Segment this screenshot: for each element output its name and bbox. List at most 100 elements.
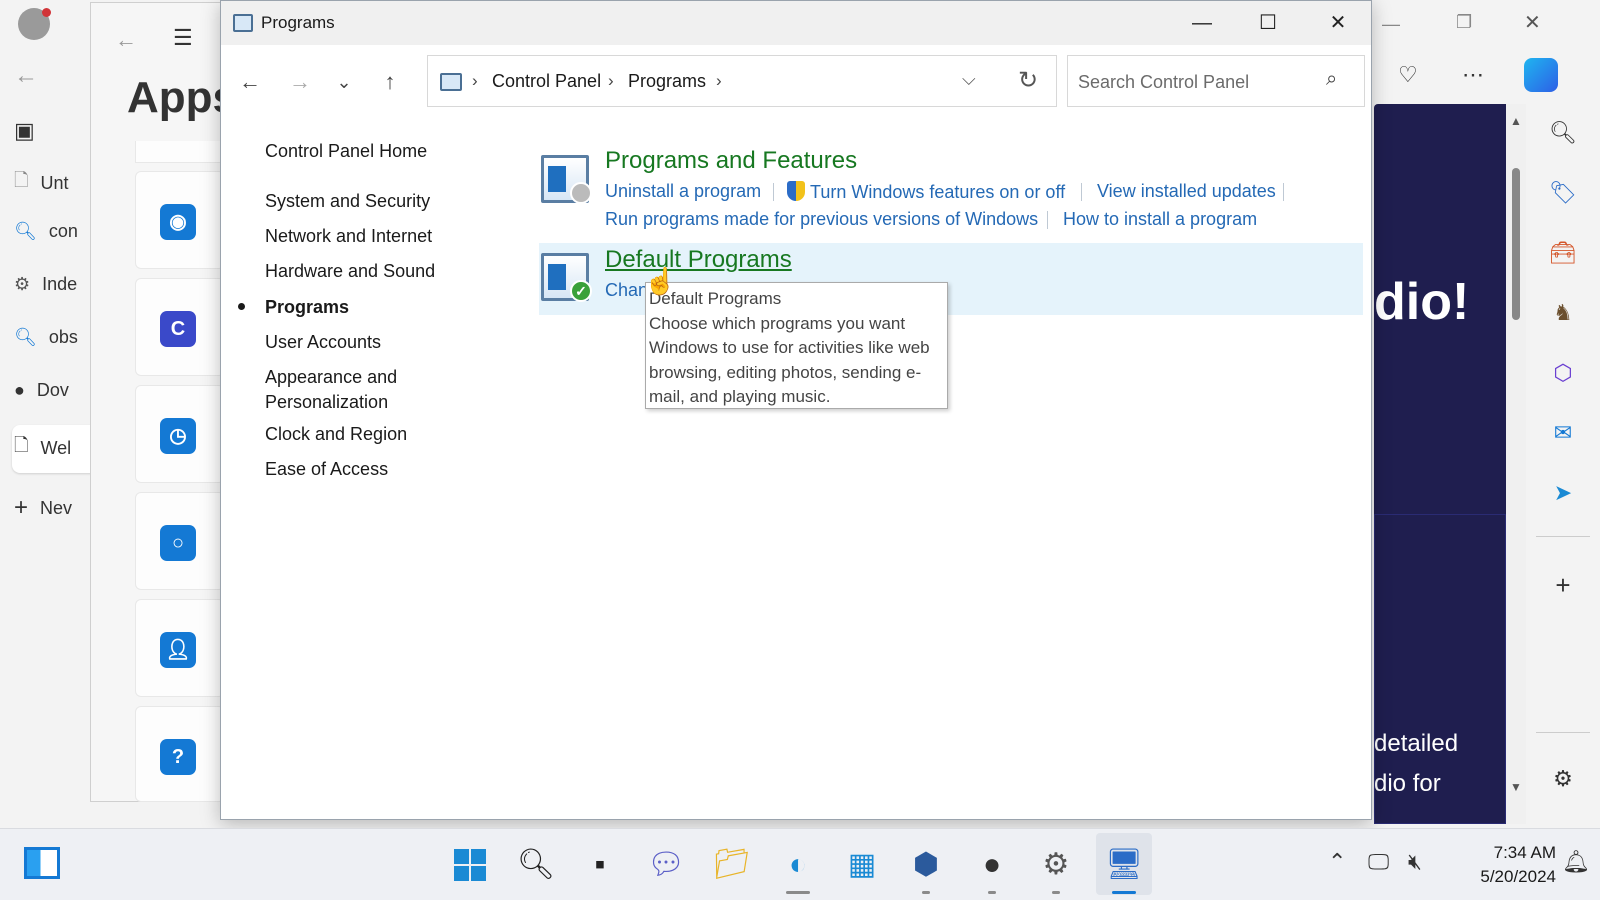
restore-icon[interactable]: ❐: [1456, 12, 1472, 33]
address-bar[interactable]: › Control Panel › Programs › ⌵ ↻: [427, 55, 1057, 107]
virtualbox-icon[interactable]: ⬢: [904, 843, 948, 887]
obs-icon[interactable]: ●: [970, 843, 1014, 887]
clock[interactable]: 7:34 AM 5/20/2024: [1448, 841, 1556, 889]
tab-item[interactable]: 🔍︎ obs: [14, 327, 78, 348]
nav-network-and-internet[interactable]: Network and Internet: [265, 224, 432, 248]
nav-hardware-and-sound[interactable]: Hardware and Sound: [265, 259, 435, 283]
chevron-down-icon[interactable]: ⌵: [962, 69, 976, 90]
shopping-icon[interactable]: 🏷︎: [1526, 180, 1600, 206]
search-icon[interactable]: 🔍︎: [1526, 120, 1600, 146]
minimize-icon[interactable]: —: [1382, 14, 1400, 35]
breadcrumb-separator[interactable]: ›: [472, 71, 478, 91]
edge-icon[interactable]: ◐: [776, 843, 820, 887]
nav-user-accounts[interactable]: User Accounts: [265, 330, 381, 354]
category-default-programs[interactable]: Default Programs: [605, 246, 792, 274]
taskbar: 🔍︎ ▪ 💬︎ 📁︎ ◐ ▦ ⬢ ● ⚙ 🖥︎ ⌃ 🖵︎ 🔇︎ 7:34 AM …: [0, 828, 1600, 900]
app-card[interactable]: 👤︎: [135, 599, 225, 697]
checkmark-icon: ✓: [570, 280, 592, 302]
search-input[interactable]: [1078, 70, 1318, 94]
close-button[interactable]: ✕: [1303, 1, 1373, 45]
app-card[interactable]: ?: [135, 706, 225, 802]
search-icon[interactable]: 🔍︎: [514, 843, 558, 887]
document-icon: 🗋: [14, 170, 29, 190]
health-icon[interactable]: ♡: [1398, 62, 1418, 88]
tab-item[interactable]: 🔍︎ con: [14, 221, 78, 242]
date: 5/20/2024: [1480, 867, 1556, 886]
tools-icon[interactable]: 🧰︎: [1526, 240, 1600, 266]
scroll-up-icon[interactable]: ▲: [1510, 114, 1522, 128]
running-indicator: [922, 891, 930, 894]
search-icon[interactable]: ⌕: [1326, 68, 1337, 91]
tab-item[interactable]: ● Dov: [14, 380, 69, 401]
nav-system-and-security[interactable]: System and Security: [265, 189, 430, 213]
link-how-to-install[interactable]: How to install a program: [1063, 209, 1257, 230]
network-icon[interactable]: 🖵︎: [1368, 849, 1389, 875]
search-box[interactable]: ⌕: [1067, 55, 1365, 107]
app-card[interactable]: ◉: [135, 171, 225, 269]
send-icon[interactable]: ➤: [1526, 480, 1600, 506]
maximize-button[interactable]: ☐: [1233, 1, 1303, 45]
scrollbar-thumb[interactable]: [1512, 168, 1520, 320]
games-icon[interactable]: ♞: [1526, 300, 1600, 326]
breadcrumb-separator[interactable]: ›: [716, 71, 722, 91]
app-card[interactable]: ◷: [135, 385, 225, 483]
copilot-icon[interactable]: [1524, 58, 1558, 92]
volume-muted-icon[interactable]: 🔇︎: [1408, 849, 1422, 875]
add-icon[interactable]: +: [1526, 570, 1600, 601]
store-icon[interactable]: ▦: [840, 843, 884, 887]
start-icon[interactable]: [448, 843, 492, 887]
nav-appearance-line1[interactable]: Appearance and: [265, 365, 397, 389]
nav-ease-of-access[interactable]: Ease of Access: [265, 457, 388, 481]
breadcrumb-programs[interactable]: Programs: [628, 71, 706, 92]
default-programs-icon[interactable]: ✓: [541, 253, 592, 302]
app-card[interactable]: C: [135, 278, 225, 376]
control-panel-window: Programs — ☐ ✕ ← → ⌄ ↑ › Control Panel ›…: [220, 0, 1372, 820]
edge-sidebar: 🔍︎ 🏷︎ 🧰︎ ♞ ⬡ ✉ ➤ + ⚙: [1526, 104, 1600, 824]
nav-programs[interactable]: Programs: [265, 295, 349, 319]
recent-locations-button[interactable]: ⌄: [327, 65, 361, 99]
minimize-button[interactable]: —: [1167, 1, 1237, 45]
back-button[interactable]: ←: [233, 65, 267, 99]
settings-gear-icon[interactable]: ⚙: [1034, 843, 1078, 887]
link-run-older-programs[interactable]: Run programs made for previous versions …: [605, 209, 1038, 230]
more-icon[interactable]: ⋯: [1462, 62, 1484, 88]
scroll-down-icon[interactable]: ▼: [1510, 780, 1522, 794]
widgets-icon[interactable]: [24, 847, 60, 879]
tab-item[interactable]: 🗋 Unt: [14, 168, 69, 198]
link-uninstall-program[interactable]: Uninstall a program: [605, 181, 761, 202]
link-change-default-programs[interactable]: Chan: [605, 280, 648, 301]
page-scrollbar[interactable]: ▲ ▼: [1506, 104, 1526, 824]
link-windows-features[interactable]: Turn Windows features on or off: [787, 181, 1065, 203]
gear-icon[interactable]: ⚙: [1526, 766, 1600, 792]
help-icon: ?: [160, 739, 196, 775]
app-card[interactable]: ○: [135, 492, 225, 590]
link-view-installed-updates[interactable]: View installed updates: [1097, 181, 1276, 202]
control-panel-icon[interactable]: 🖥︎: [1102, 843, 1146, 887]
task-view-icon[interactable]: ▪: [578, 843, 622, 887]
nav-control-panel-home[interactable]: Control Panel Home: [265, 139, 427, 163]
nav-clock-and-region[interactable]: Clock and Region: [265, 422, 407, 446]
breadcrumb-separator[interactable]: ›: [608, 71, 614, 91]
tab-item[interactable]: ⚙ Inde: [14, 274, 77, 295]
tab-item-active[interactable]: 🗋 Wel: [14, 433, 71, 463]
breadcrumb-control-panel[interactable]: Control Panel: [492, 71, 601, 92]
forward-button[interactable]: →: [283, 65, 317, 99]
refresh-icon[interactable]: ↻: [1018, 66, 1038, 95]
new-tab-button[interactable]: + Nev: [14, 494, 72, 522]
camera-icon: ◉: [160, 204, 196, 240]
outlook-icon[interactable]: ✉: [1526, 420, 1600, 446]
office-icon[interactable]: ⬡: [1526, 360, 1600, 386]
teams-chat-icon[interactable]: 💬︎: [644, 843, 688, 887]
menu-icon[interactable]: ☰: [173, 25, 193, 51]
notifications-icon[interactable]: 🔔︎: [1562, 849, 1590, 875]
back-arrow-icon[interactable]: ←: [115, 27, 137, 53]
category-programs-and-features[interactable]: Programs and Features: [605, 147, 857, 175]
nav-appearance-line2[interactable]: Personalization: [265, 390, 388, 414]
chevron-up-icon[interactable]: ⌃: [1328, 849, 1346, 875]
programs-features-icon[interactable]: [541, 155, 592, 204]
back-arrow-icon[interactable]: ←: [14, 62, 38, 90]
close-icon[interactable]: ✕: [1524, 10, 1541, 35]
tab-actions-icon[interactable]: ▣: [14, 118, 35, 144]
file-explorer-icon[interactable]: 📁︎: [710, 843, 754, 887]
up-button[interactable]: ↑: [373, 65, 407, 99]
